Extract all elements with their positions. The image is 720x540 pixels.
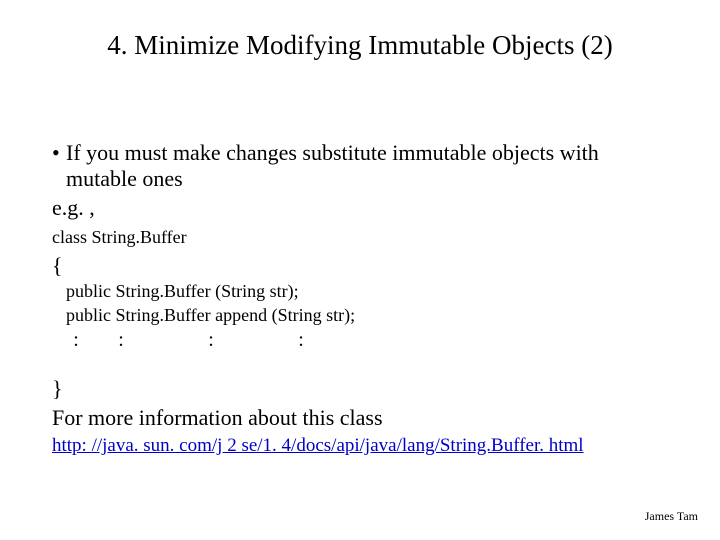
reference-link[interactable]: http: //java. sun. com/j 2 se/1. 4/docs/…: [52, 435, 584, 458]
code-brace-open: {: [52, 253, 660, 279]
colon-icon: :: [271, 328, 331, 352]
slide-title: 4. Minimize Modifying Immutable Objects …: [0, 30, 720, 61]
colon-icon: :: [66, 328, 86, 352]
code-brace-close: }: [52, 376, 660, 402]
bullet-icon: •: [52, 140, 66, 166]
code-block: class String.Buffer { public String.Buff…: [52, 227, 660, 403]
code-class-decl: class String.Buffer: [52, 227, 660, 249]
more-info-text: For more information about this class: [52, 405, 660, 431]
colon-icon: :: [156, 328, 266, 352]
bullet-item: • If you must make changes substitute im…: [52, 140, 660, 193]
code-ellipsis-row: : : : :: [66, 328, 660, 352]
colon-icon: :: [91, 328, 151, 352]
slide-body: • If you must make changes substitute im…: [52, 140, 660, 458]
example-label: e.g. ,: [52, 195, 660, 221]
bullet-text: If you must make changes substitute immu…: [66, 140, 660, 193]
code-line: public String.Buffer (String str);: [66, 281, 660, 303]
code-line: public String.Buffer append (String str)…: [66, 305, 660, 327]
code-body: public String.Buffer (String str); publi…: [66, 281, 660, 326]
author-name: James Tam: [645, 509, 698, 524]
slide: 4. Minimize Modifying Immutable Objects …: [0, 0, 720, 540]
